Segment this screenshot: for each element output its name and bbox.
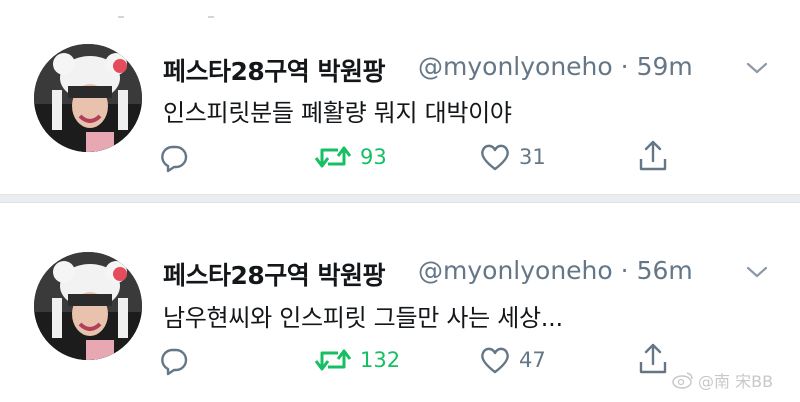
weibo-logo-icon [672, 372, 693, 389]
like-count: 31 [519, 145, 546, 169]
watermark-text: @南 宋BB [698, 372, 774, 391]
retweet-button[interactable]: 93 [314, 142, 387, 172]
tweet-time: 59m [636, 52, 693, 81]
reply-icon [161, 145, 188, 173]
retweet-icon [314, 146, 352, 168]
chevron-down-icon[interactable] [745, 264, 769, 280]
reply-button[interactable] [158, 142, 190, 174]
tweet-time: 56m [636, 256, 693, 285]
watermark: @南 宋BB [672, 368, 773, 392]
tweet-text: 인스피릿분들 폐활량 뭐지 대박이야 [163, 99, 512, 127]
handle-time[interactable]: @myonlyoneho · 56m [418, 256, 693, 285]
share-icon [639, 343, 667, 374]
like-count: 47 [519, 348, 546, 372]
handle-time[interactable]: @myonlyoneho · 59m [418, 52, 693, 81]
separator-dot: · [620, 52, 629, 81]
avatar[interactable] [34, 44, 142, 152]
retweet-icon [314, 349, 352, 371]
avatar[interactable] [34, 252, 142, 360]
retweet-count: 132 [360, 348, 401, 372]
tweet-1[interactable]: 페스타28구역 박원팡 @myonlyoneho · 59m 인스피릿분들 폐활… [0, 0, 800, 190]
like-icon [481, 347, 509, 374]
user-handle: @myonlyoneho [418, 52, 613, 81]
display-name[interactable]: 페스타28구역 박원팡 [163, 52, 386, 88]
display-name[interactable]: 페스타28구역 박원팡 [163, 256, 386, 292]
reply-button[interactable] [158, 345, 190, 377]
reply-icon [161, 348, 188, 376]
retweet-count: 93 [360, 145, 387, 169]
share-button[interactable] [638, 342, 668, 376]
tweet-text: 남우현씨와 인스피릿 그들만 사는 세상... [163, 304, 563, 332]
retweet-button[interactable]: 132 [314, 345, 400, 375]
share-icon [639, 140, 667, 171]
user-handle: @myonlyoneho [418, 256, 613, 285]
like-button[interactable]: 31 [479, 142, 546, 172]
tweet-2[interactable]: 페스타28구역 박원팡 @myonlyoneho · 56m 남우현씨와 인스피… [0, 202, 800, 392]
like-icon [481, 144, 509, 171]
separator-dot: · [620, 256, 629, 285]
like-button[interactable]: 47 [479, 345, 546, 375]
chevron-down-icon[interactable] [745, 60, 769, 76]
avatar-image [34, 44, 142, 152]
avatar-image [34, 252, 142, 360]
share-button[interactable] [638, 139, 668, 173]
